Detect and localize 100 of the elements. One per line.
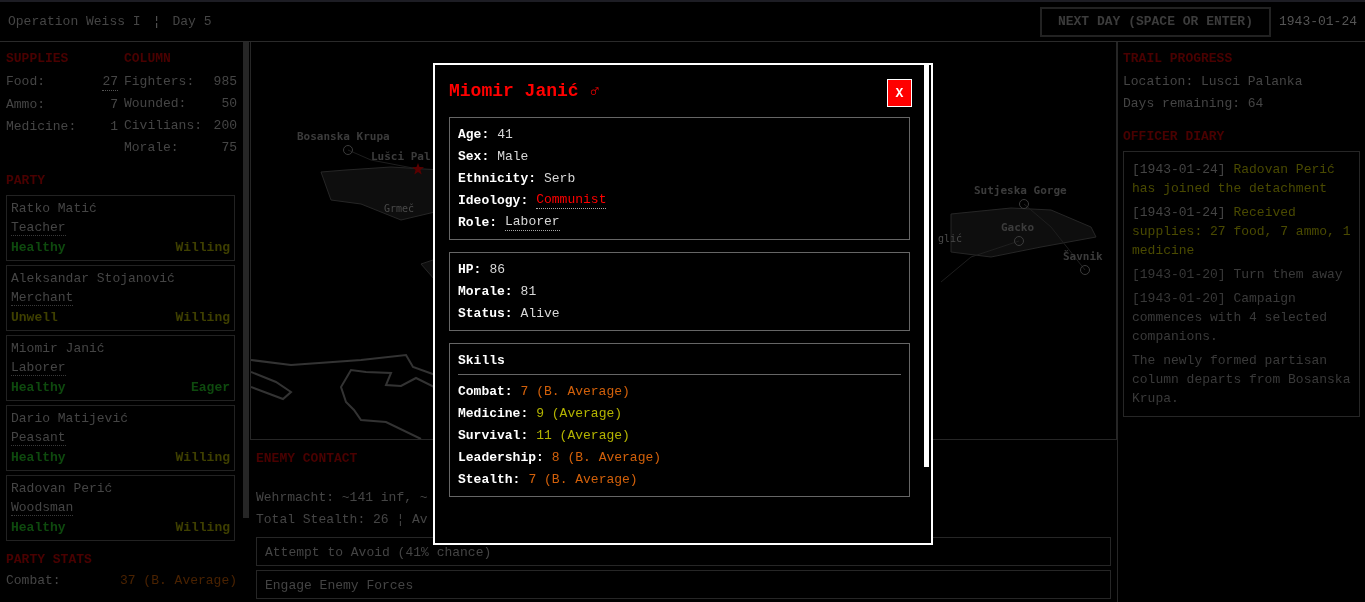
field-value: Alive <box>520 305 560 322</box>
stat-label: Food: <box>6 73 45 91</box>
diary-entry: [1943-01-24] Radovan Perić has joined the detachment <box>1132 161 1336 198</box>
section-heading: PARTY <box>6 172 46 189</box>
member-name: Radovan Perić <box>11 480 114 497</box>
attitude-status: Willing <box>175 239 230 256</box>
stat-value: 1 <box>110 118 118 135</box>
section-heading: OFFICER DIARY <box>1123 128 1226 145</box>
member-name: Miomir Janić <box>11 340 106 357</box>
field-label: Combat: <box>458 383 513 400</box>
party-member-card[interactable]: Ratko Matić Teacher Healthy Willing <box>6 195 235 261</box>
field-label: HP: <box>458 261 482 278</box>
next-day-button[interactable]: NEXT DAY (SPACE OR ENTER) <box>1039 6 1271 37</box>
attitude-status: Willing <box>175 449 230 466</box>
party-member-card[interactable]: Miomir Janić Laborer Healthy Eager <box>6 335 235 401</box>
stat-label: Ammo: <box>6 96 45 113</box>
section-heading: ENEMY CONTACT <box>256 450 358 467</box>
enemy-info: Wehrmacht: ~141 inf, ~ <box>256 489 428 506</box>
stat-label: Combat: <box>6 572 61 589</box>
health-status: Healthy <box>11 519 66 536</box>
enemy-info: Total Stealth: 26 ¦ Av <box>256 511 428 528</box>
field-value: 11 (Average) <box>536 427 630 444</box>
skills-heading: Skills <box>458 352 901 375</box>
member-name: Aleksandar Stojanović <box>11 270 176 287</box>
location-label: Sutjeska Gorge <box>974 183 1067 199</box>
field-value: Male <box>497 148 529 165</box>
field-label: Role: <box>458 214 497 231</box>
field-value: 9 (Average) <box>536 405 623 422</box>
field-label: Age: <box>458 126 490 143</box>
stat-value: 27 <box>102 73 118 91</box>
party-member-card[interactable]: Radovan Perić Woodsman Healthy Willing <box>6 475 235 541</box>
location-label: Lušci Pal <box>371 149 431 165</box>
diary-entry: [1943-01-20] Campaign commences with 4 selected companions. <box>1132 290 1329 346</box>
field-label: Sex: <box>458 148 490 165</box>
section-heading: COLUMN <box>124 50 172 67</box>
location-label: Bosanska Krupa <box>297 129 390 145</box>
name-text: Miomir Janić <box>449 81 579 101</box>
diary-entry: The newly formed partisan column departs from Bosanska Krupa. <box>1132 352 1351 408</box>
stat-value: 37 (B. Average) <box>119 572 237 589</box>
field-label: Ideology: <box>458 192 529 209</box>
stat-label: Civilians: <box>124 117 202 134</box>
stat-label: Fighters: <box>124 73 195 90</box>
region-label: Grmeč <box>384 202 415 216</box>
field-label: Leadership: <box>458 449 544 466</box>
field-label: Stealth: <box>458 471 521 488</box>
stat-value: 75 <box>221 139 237 156</box>
stat-label: Morale: <box>124 139 179 156</box>
stat-label: Medicine: <box>6 118 77 135</box>
trail-info: Days remaining: 64 <box>1123 95 1265 112</box>
member-name: Ratko Matić <box>11 200 98 217</box>
health-status: Healthy <box>11 379 66 396</box>
field-label: Status: <box>458 305 513 322</box>
game-title: Operation Weiss I <box>8 13 141 30</box>
location-label: Šavnik <box>1063 249 1103 265</box>
close-button[interactable]: X <box>887 79 912 107</box>
health-status: Healthy <box>11 449 66 466</box>
field-label: Survival: <box>458 427 529 444</box>
member-name: Dario Matijević <box>11 410 130 427</box>
section-heading: TRAIL PROGRESS <box>1123 50 1234 67</box>
stat-value: 7 <box>110 96 118 113</box>
field-label: Medicine: <box>458 405 529 422</box>
party-member-card[interactable]: Dario Matijević Peasant Healthy Willing <box>6 405 235 471</box>
field-value: 8 (B. Average) <box>551 449 662 466</box>
member-role: Merchant <box>11 290 74 306</box>
stat-value: 985 <box>213 73 237 90</box>
field-label: Ethnicity: <box>458 170 536 187</box>
scrollbar[interactable] <box>243 42 249 518</box>
field-value: Communist <box>536 192 607 209</box>
field-value: 7 (B. Average) <box>520 383 630 400</box>
field-value: Laborer <box>505 214 560 231</box>
stat-label: Wounded: <box>124 95 187 112</box>
health-status: Unwell <box>11 309 58 326</box>
party-member-card[interactable]: Aleksandar Stojanović Merchant Unwell Willing <box>6 265 235 331</box>
trail-info: Location: Lusci Palanka <box>1123 73 1304 90</box>
field-value: 41 <box>497 126 513 143</box>
action-button[interactable]: Engage Enemy Forces <box>256 570 1111 599</box>
member-role: Laborer <box>11 360 66 376</box>
field-value: Serb <box>544 170 576 187</box>
day-counter: Day 5 <box>172 13 212 30</box>
diary-entry: [1943-01-20] Turn them away <box>1132 266 1344 284</box>
section-heading: SUPPLIES <box>6 50 70 67</box>
scrollbar[interactable] <box>924 65 929 467</box>
attitude-status: Eager <box>191 379 230 396</box>
stat-value: 50 <box>221 95 237 112</box>
member-role: Teacher <box>11 220 66 236</box>
date: 1943-01-24 <box>1279 13 1357 30</box>
field-value: 86 <box>489 261 505 278</box>
male-symbol-icon: ♂ <box>589 81 601 101</box>
field-value: 81 <box>520 283 537 300</box>
separator: ¦ <box>152 13 161 30</box>
region-label: glić <box>938 232 963 246</box>
member-role: Woodsman <box>11 500 74 516</box>
field-label: Morale: <box>458 283 513 300</box>
health-status: Healthy <box>11 239 66 256</box>
stat-value: 200 <box>213 117 237 134</box>
attitude-status: Willing <box>175 519 230 536</box>
member-role: Peasant <box>11 430 66 446</box>
diary-entry: [1943-01-24] Received supplies: 27 food, 7 ammo, 1 medicine <box>1132 204 1351 260</box>
field-value: 7 (B. Average) <box>528 471 638 488</box>
attitude-status: Willing <box>175 309 230 326</box>
